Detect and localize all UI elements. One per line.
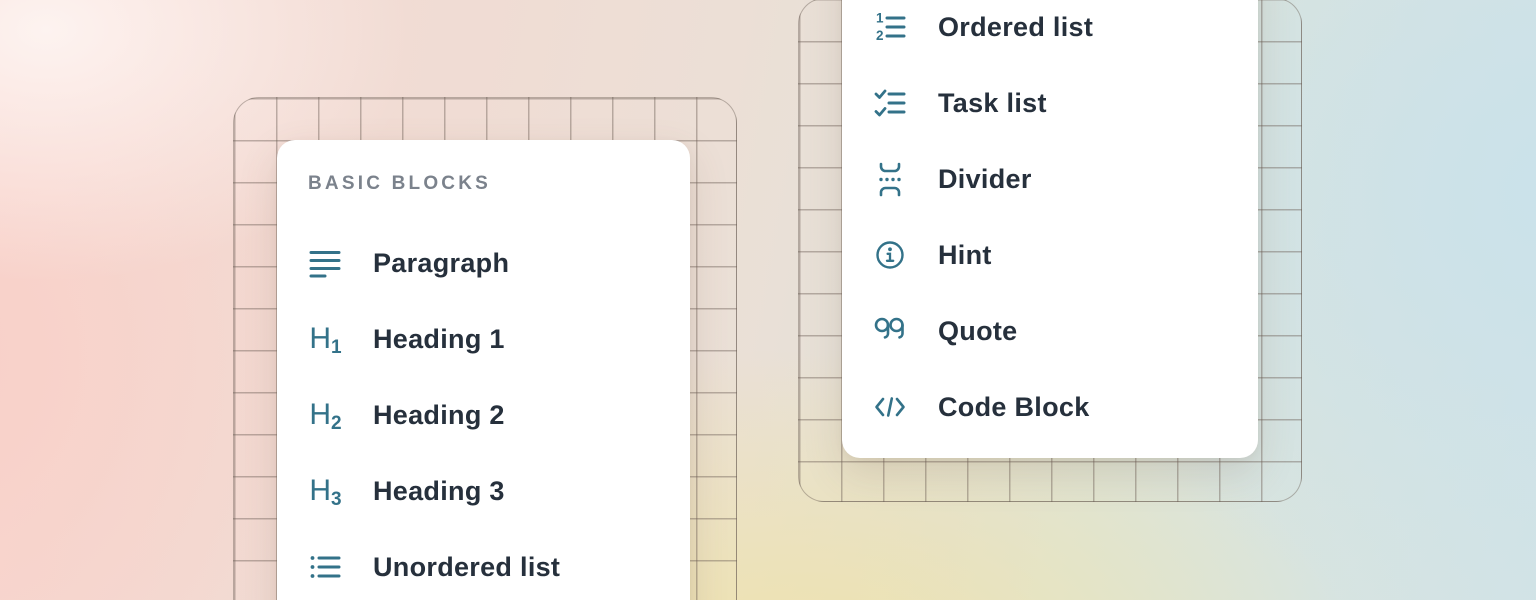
menu-item-heading-2[interactable]: H2 Heading 2 bbox=[308, 377, 670, 453]
menu-item-task-list[interactable]: Task list bbox=[873, 65, 1238, 141]
menu-item-quote[interactable]: Quote bbox=[873, 293, 1238, 369]
ordered-list-icon: 1 2 bbox=[873, 8, 907, 46]
quote-icon bbox=[873, 312, 907, 350]
task-list-icon bbox=[873, 84, 907, 122]
menu-item-label: Hint bbox=[938, 240, 992, 271]
menu-item-heading-3[interactable]: H3 Heading 3 bbox=[308, 453, 670, 529]
heading-3-icon: H3 bbox=[308, 472, 342, 510]
heading-1-icon: H1 bbox=[308, 320, 342, 358]
menu-item-label: Heading 3 bbox=[373, 476, 505, 507]
menu-item-label: Ordered list bbox=[938, 12, 1093, 43]
menu-item-divider[interactable]: Divider bbox=[873, 141, 1238, 217]
menu-item-paragraph[interactable]: Paragraph bbox=[308, 225, 670, 301]
menu-item-label: Heading 2 bbox=[373, 400, 505, 431]
menu-item-heading-1[interactable]: H1 Heading 1 bbox=[308, 301, 670, 377]
blocks-menu-continued: 1 2 Ordered list Task list bbox=[842, 0, 1258, 458]
menu-item-ordered-list[interactable]: 1 2 Ordered list bbox=[873, 0, 1238, 65]
menu-item-label: Quote bbox=[938, 316, 1018, 347]
menu-item-hint[interactable]: Hint bbox=[873, 217, 1238, 293]
menu-item-label: Unordered list bbox=[373, 552, 560, 583]
svg-text:2: 2 bbox=[876, 28, 884, 43]
svg-text:1: 1 bbox=[876, 11, 884, 26]
menu-item-label: Heading 1 bbox=[373, 324, 505, 355]
basic-blocks-menu: BASIC BLOCKS Paragraph H1 Heading 1 H2 H… bbox=[277, 140, 690, 600]
menu-item-label: Code Block bbox=[938, 392, 1090, 423]
divider-icon bbox=[873, 160, 907, 198]
menu-item-unordered-list[interactable]: Unordered list bbox=[308, 529, 670, 600]
menu-item-label: Paragraph bbox=[373, 248, 509, 279]
code-block-icon bbox=[873, 388, 907, 426]
menu-item-label: Divider bbox=[938, 164, 1032, 195]
menu-item-code-block[interactable]: Code Block bbox=[873, 369, 1238, 445]
menu-item-label: Task list bbox=[938, 88, 1047, 119]
unordered-list-icon bbox=[308, 548, 342, 586]
section-header-basic-blocks: BASIC BLOCKS bbox=[308, 174, 670, 194]
paragraph-icon bbox=[308, 244, 342, 282]
insert-block-menu-illustration: BASIC BLOCKS Paragraph H1 Heading 1 H2 H… bbox=[0, 0, 1536, 600]
hint-icon bbox=[873, 236, 907, 274]
heading-2-icon: H2 bbox=[308, 396, 342, 434]
